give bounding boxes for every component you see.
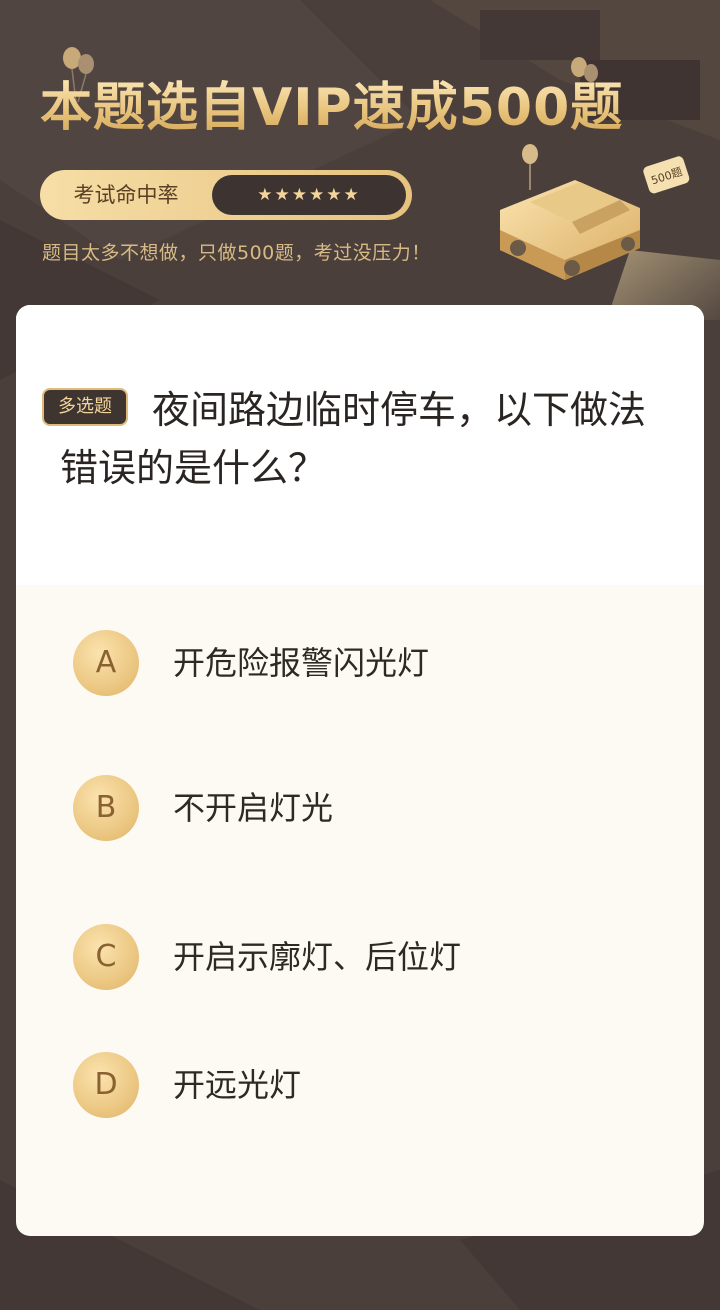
question-text: 夜间路边临时停车，以下做法错误的是什么？ <box>60 388 647 490</box>
vip-header-banner: 本题选自VIP速成500题 考试命中率 ★★★★★★ 题目太多不想做，只做500… <box>0 0 720 320</box>
option-a[interactable]: A 开危险报警闪光灯 <box>16 628 704 698</box>
option-d[interactable]: D 开远光灯 <box>16 1050 704 1120</box>
option-letter-badge: D <box>73 1052 139 1118</box>
question-card: 多选题 夜间路边临时停车，以下做法错误的是什么？ A 开危险报警闪光灯 B 不开… <box>16 305 704 1236</box>
option-letter-badge: A <box>73 630 139 696</box>
question-area: 多选题 夜间路边临时停车，以下做法错误的是什么？ <box>16 305 704 585</box>
option-c[interactable]: C 开启示廓灯、后位灯 <box>16 922 704 992</box>
option-text: 开远光灯 <box>173 1066 302 1104</box>
hit-rate-pill: 考试命中率 ★★★★★★ <box>40 170 412 220</box>
option-letter-badge: C <box>73 924 139 990</box>
hit-rate-label: 考试命中率 <box>73 183 179 207</box>
option-text: 开危险报警闪光灯 <box>173 644 430 682</box>
option-b[interactable]: B 不开启灯光 <box>16 773 704 843</box>
option-text: 不开启灯光 <box>173 789 334 827</box>
star-rating-icon: ★★★★★★ <box>212 175 406 215</box>
page-title: 本题选自VIP速成500题 <box>40 68 623 148</box>
header-subtitle: 题目太多不想做，只做500题，考过没压力！ <box>42 242 431 264</box>
car-illustration-icon: 500题 <box>500 144 720 320</box>
option-text: 开启示廓灯、后位灯 <box>173 938 462 976</box>
option-letter-badge: B <box>73 775 139 841</box>
